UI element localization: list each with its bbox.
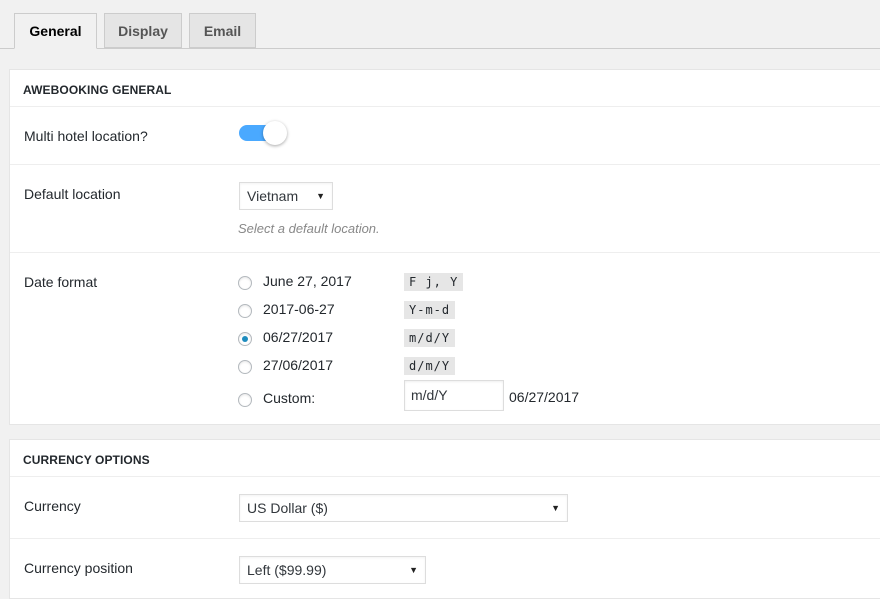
settings-tabs: General Display Email xyxy=(0,0,880,49)
toggle-knob xyxy=(263,121,287,145)
radio-label-custom[interactable]: Custom: xyxy=(263,390,315,406)
radio-label[interactable]: 06/27/2017 xyxy=(263,329,333,345)
chevron-down-icon: ▼ xyxy=(316,191,325,201)
multi-hotel-label: Multi hotel location? xyxy=(24,128,148,144)
default-location-select[interactable]: Vietnam ▼ xyxy=(239,182,333,210)
tab-general[interactable]: General xyxy=(14,13,97,49)
custom-format-input[interactable]: m/d/Y xyxy=(404,380,504,411)
general-panel: AWEBOOKING GENERAL Multi hotel location?… xyxy=(9,69,880,425)
currency-value: US Dollar ($) xyxy=(247,500,328,516)
format-code: F j, Y xyxy=(404,273,464,291)
currency-select[interactable]: US Dollar ($) ▼ xyxy=(239,494,568,522)
currency-position-label: Currency position xyxy=(24,560,133,576)
date-format-radio-custom[interactable] xyxy=(238,393,252,407)
row-multi-hotel: Multi hotel location? xyxy=(10,107,880,165)
multi-hotel-toggle[interactable] xyxy=(238,121,290,145)
row-currency-position: Currency position Left ($99.99) ▼ xyxy=(10,539,880,599)
date-format-radio-y-m-d[interactable] xyxy=(238,304,252,318)
radio-label[interactable]: 2017-06-27 xyxy=(263,301,335,317)
chevron-down-icon: ▼ xyxy=(551,503,560,513)
currency-panel: CURRENCY OPTIONS Currency US Dollar ($) … xyxy=(9,439,880,599)
row-date-format: Date format June 27, 2017 F j, Y 2017-06… xyxy=(10,253,880,425)
date-format-radio-f-j-y[interactable] xyxy=(238,276,252,290)
section-title-general: AWEBOOKING GENERAL xyxy=(10,70,880,107)
currency-position-value: Left ($99.99) xyxy=(247,562,327,578)
default-location-description: Select a default location. xyxy=(238,221,380,236)
format-code: Y-m-d xyxy=(404,301,456,319)
tab-display[interactable]: Display xyxy=(104,13,182,48)
format-code: m/d/Y xyxy=(404,329,456,347)
date-format-label: Date format xyxy=(24,274,98,290)
radio-checked-dot xyxy=(242,336,248,342)
section-title-currency: CURRENCY OPTIONS xyxy=(10,440,880,477)
format-code: d/m/Y xyxy=(404,357,456,375)
row-default-location: Default location Vietnam ▼ Select a defa… xyxy=(10,165,880,253)
radio-label[interactable]: June 27, 2017 xyxy=(263,273,352,289)
default-location-label: Default location xyxy=(24,186,121,202)
currency-label: Currency xyxy=(24,498,81,514)
date-format-radio-d-m-y[interactable] xyxy=(238,360,252,374)
tab-email[interactable]: Email xyxy=(189,13,256,48)
custom-format-preview: 06/27/2017 xyxy=(509,389,580,405)
date-format-radio-m-d-y[interactable] xyxy=(238,332,252,346)
row-currency: Currency US Dollar ($) ▼ xyxy=(10,477,880,539)
default-location-value: Vietnam xyxy=(247,188,299,204)
radio-label[interactable]: 27/06/2017 xyxy=(263,357,333,373)
